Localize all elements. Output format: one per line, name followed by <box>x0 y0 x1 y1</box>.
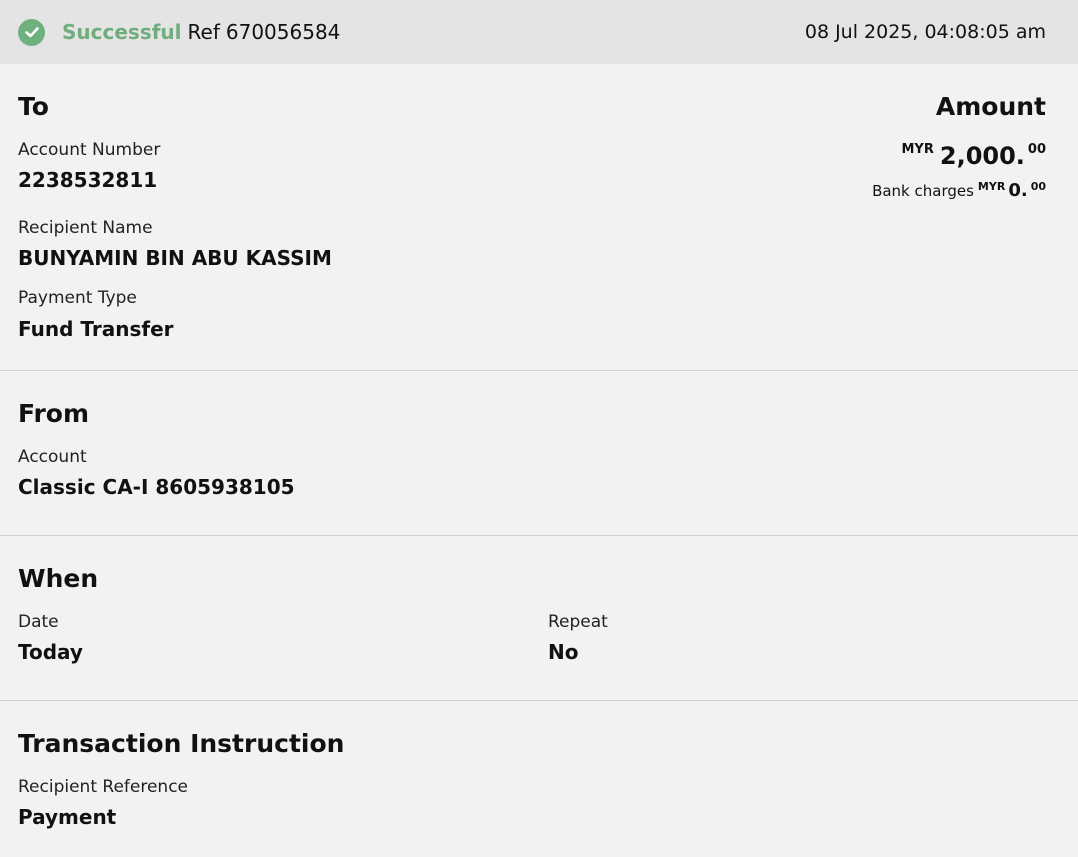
ref-label: Ref <box>187 20 220 44</box>
bank-charges: Bank charges MYR 0. 00 <box>872 180 1046 201</box>
payment-type-label: Payment Type <box>18 288 137 308</box>
ref-number: 670056584 <box>225 20 341 44</box>
bank-charges-label: Bank charges <box>872 182 974 200</box>
instruction-title: Transaction Instruction <box>18 729 345 758</box>
check-circle-icon <box>18 18 45 46</box>
amount-currency: MYR <box>901 142 934 157</box>
payment-type-value: Fund Transfer <box>18 317 174 341</box>
transaction-datetime: 08 Jul 2025, 04:08:05 am <box>804 21 1046 43</box>
account-number-label: Account Number <box>18 140 161 160</box>
recipient-name-label: Recipient Name <box>18 218 153 238</box>
amount-cents: 00 <box>1027 142 1046 157</box>
recipient-reference-label: Recipient Reference <box>18 777 188 797</box>
when-title: When <box>18 564 99 593</box>
amount-title: Amount <box>935 92 1046 121</box>
to-title: To <box>18 92 49 121</box>
from-account-value: Classic CA-I 8605938105 <box>18 475 295 499</box>
to-section: To Account Number 2238532811 Recipient N… <box>0 64 1078 371</box>
status-bar: Successful Ref 670056584 08 Jul 2025, 04… <box>0 0 1078 64</box>
account-number-value: 2238532811 <box>18 168 158 192</box>
recipient-name-value: BUNYAMIN BIN ABU KASSIM <box>18 246 332 270</box>
amount-whole: 2,000. <box>939 142 1025 170</box>
charges-cents: 00 <box>1030 180 1046 193</box>
instruction-section: Transaction Instruction Recipient Refere… <box>0 701 1078 857</box>
date-label: Date <box>18 612 59 632</box>
status-info: Successful Ref 670056584 <box>18 18 341 46</box>
from-section: From Account Classic CA-I 8605938105 <box>0 371 1078 536</box>
recipient-reference-value: Payment <box>18 805 117 829</box>
status-text: Successful <box>62 20 182 44</box>
date-value: Today <box>18 640 83 664</box>
amount-value: MYR 2,000. 00 <box>902 142 1047 170</box>
charges-currency: MYR <box>977 180 1006 193</box>
charges-whole: 0. <box>1008 180 1028 201</box>
from-title: From <box>18 399 90 428</box>
from-account-label: Account <box>18 447 87 467</box>
when-section: When Date Today Repeat No <box>0 536 1078 701</box>
repeat-label: Repeat <box>548 612 608 632</box>
repeat-value: No <box>548 640 579 664</box>
